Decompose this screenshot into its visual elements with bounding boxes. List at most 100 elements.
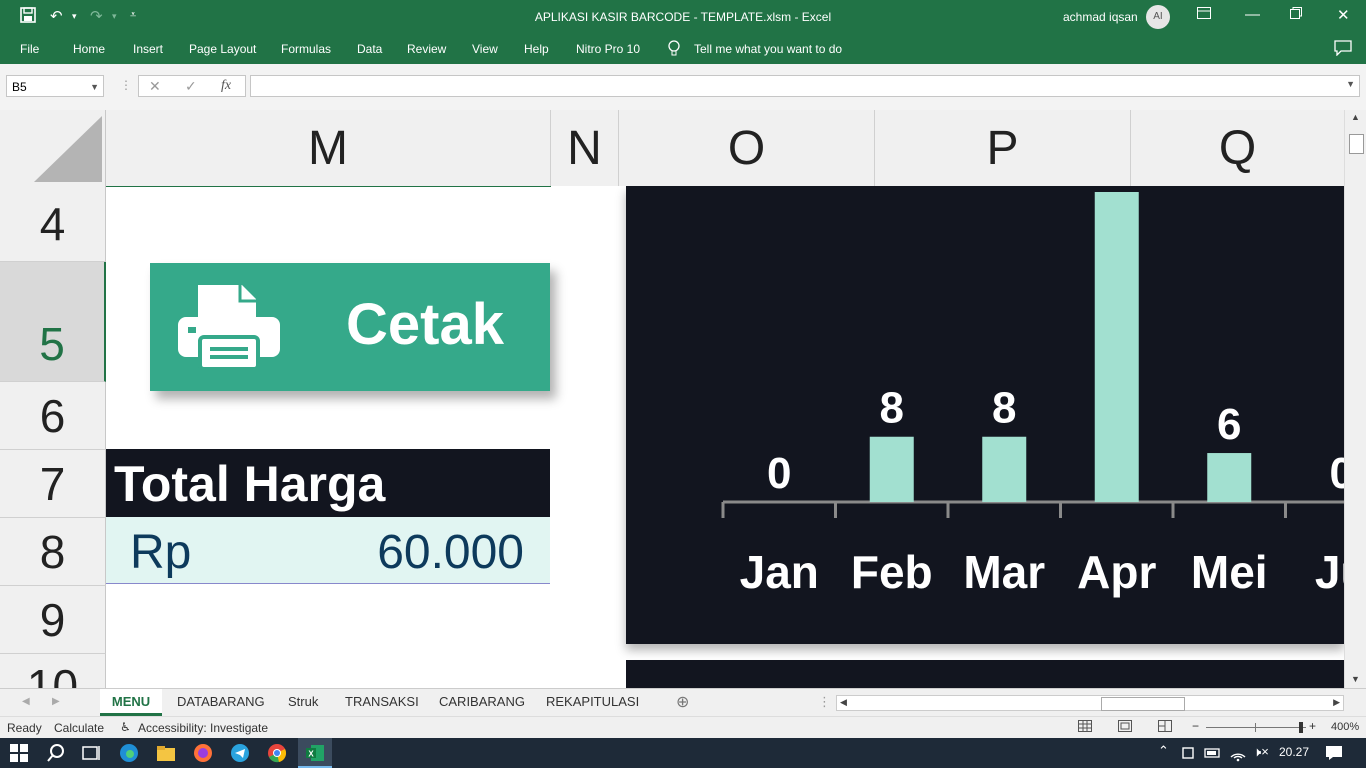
chart-bar xyxy=(1094,192,1139,502)
status-bar: Ready Calculate ♿ Accessibility: Investi… xyxy=(0,716,1366,739)
column-header-p[interactable]: P xyxy=(875,110,1131,186)
telegram-icon[interactable] xyxy=(230,743,250,763)
zoom-slider[interactable] xyxy=(1206,727,1306,728)
notification-icon[interactable] xyxy=(1325,743,1343,763)
comments-icon[interactable] xyxy=(1334,40,1352,59)
zoom-level[interactable]: 400% xyxy=(1331,721,1359,733)
avatar[interactable]: AI xyxy=(1146,5,1170,29)
name-box[interactable]: B5 ▼ xyxy=(6,75,104,97)
task-view-icon[interactable] xyxy=(81,743,101,763)
chart-data-label: 8 xyxy=(992,384,1016,433)
minimize-icon[interactable]: — xyxy=(1245,6,1260,23)
tab-help[interactable]: Help xyxy=(524,42,549,56)
tab-formulas[interactable]: Formulas xyxy=(281,42,331,56)
column-header-o[interactable]: O xyxy=(619,110,875,186)
next-sheet-icon[interactable]: ▶ xyxy=(52,696,60,707)
horizontal-scrollbar[interactable]: ◀ ▶ xyxy=(836,695,1344,711)
page-break-view-icon[interactable] xyxy=(1158,720,1172,735)
total-harga-value: 60.000 xyxy=(377,526,524,579)
edge-icon[interactable] xyxy=(119,743,139,763)
ribbon-display-icon[interactable] xyxy=(1197,6,1211,23)
close-icon[interactable]: ✕ xyxy=(1337,6,1350,24)
sheet-tab-menu[interactable]: MENU xyxy=(100,689,162,716)
scroll-left-icon[interactable]: ◀ xyxy=(840,697,847,708)
zoom-out-button[interactable]: − xyxy=(1192,719,1199,733)
tell-me-search[interactable]: Tell me what you want to do xyxy=(694,42,842,56)
tab-split-handle[interactable]: ⋮ xyxy=(818,694,831,710)
row-header-8[interactable]: 8 xyxy=(0,518,106,586)
accessibility-icon: ♿ xyxy=(120,720,131,734)
normal-view-icon[interactable] xyxy=(1078,720,1092,735)
battery-icon[interactable] xyxy=(1204,743,1222,763)
column-header-m[interactable]: M xyxy=(106,110,551,186)
cetak-button[interactable]: Cetak xyxy=(150,263,550,391)
excel-taskbar-button[interactable]: X xyxy=(298,738,332,768)
formula-buttons: ✕ ✓ fx xyxy=(138,75,246,97)
wifi-icon[interactable] xyxy=(1229,743,1247,763)
sales-chart[interactable]: 0 Jan 8 Feb 8 Mar Apr 6 Mei 0 Ju xyxy=(626,186,1344,644)
sheet-tab-caribarang[interactable]: CARIBARANG xyxy=(439,694,525,709)
firefox-icon[interactable] xyxy=(193,743,213,763)
windows-start-icon[interactable] xyxy=(10,744,28,762)
chevron-down-icon[interactable]: ▼ xyxy=(90,76,99,98)
accessibility-status[interactable]: Accessibility: Investigate xyxy=(138,721,268,735)
meet-now-icon[interactable] xyxy=(1181,743,1197,763)
page-layout-view-icon[interactable] xyxy=(1118,720,1132,735)
column-header-q[interactable]: Q xyxy=(1131,110,1344,186)
chart-data-label: 0 xyxy=(1330,449,1344,498)
row-header-4[interactable]: 4 xyxy=(0,186,106,262)
taskbar-clock[interactable]: 20.27 xyxy=(1279,745,1309,759)
cancel-icon[interactable]: ✕ xyxy=(149,78,161,95)
column-headers: M N O P Q xyxy=(0,110,1344,187)
sheet-grid[interactable]: Cetak Total Harga Rp 60.000 0 Jan 8 Feb 8 Mar… xyxy=(106,186,1344,688)
chart-category-label: Jan xyxy=(740,546,819,598)
status-calculate[interactable]: Calculate xyxy=(54,721,104,735)
vertical-scrollbar[interactable]: ▲ ▼ xyxy=(1344,110,1366,688)
file-explorer-icon[interactable] xyxy=(156,743,176,763)
total-harga-label: Total Harga xyxy=(114,456,386,512)
sheet-tab-transaksi[interactable]: TRANSAKSI xyxy=(345,694,419,709)
sheet-tab-rekapitulasi[interactable]: REKAPITULASI xyxy=(546,694,639,709)
scroll-down-icon[interactable]: ▼ xyxy=(1351,674,1360,684)
zoom-slider-thumb[interactable] xyxy=(1299,722,1303,733)
scroll-up-icon[interactable]: ▲ xyxy=(1351,112,1360,122)
total-harga-row[interactable]: Rp 60.000 xyxy=(106,517,550,584)
zoom-in-button[interactable]: + xyxy=(1309,719,1316,733)
user-name[interactable]: achmad iqsan xyxy=(1063,10,1138,24)
tab-review[interactable]: Review xyxy=(407,42,446,56)
sheet-tab-databarang[interactable]: DATABARANG xyxy=(177,694,265,709)
hscroll-thumb[interactable] xyxy=(1101,697,1185,711)
tab-data[interactable]: Data xyxy=(357,42,382,56)
chart-bar xyxy=(1207,453,1252,502)
tab-insert[interactable]: Insert xyxy=(133,42,163,56)
restore-icon[interactable] xyxy=(1290,6,1302,23)
chart-category-label: Apr xyxy=(1077,546,1156,598)
row-header-9[interactable]: 9 xyxy=(0,586,106,654)
second-chart[interactable] xyxy=(626,660,1344,688)
row-header-7[interactable]: 7 xyxy=(0,450,106,518)
currency-label: Rp xyxy=(130,526,192,579)
row-header-10[interactable]: 10 xyxy=(0,654,106,688)
show-hidden-icons-icon[interactable]: ⌃ xyxy=(1158,743,1169,759)
prev-sheet-icon[interactable]: ◀ xyxy=(22,696,30,707)
insert-function-icon[interactable]: fx xyxy=(221,78,231,94)
scroll-thumb[interactable] xyxy=(1349,134,1364,154)
expand-formula-icon[interactable]: ▼ xyxy=(1346,79,1355,89)
formula-input[interactable]: ▼ xyxy=(250,75,1360,97)
tab-page-layout[interactable]: Page Layout xyxy=(189,42,256,56)
tab-home[interactable]: Home xyxy=(73,42,105,56)
search-icon[interactable] xyxy=(46,743,66,763)
add-sheet-icon[interactable]: ⊕ xyxy=(676,692,689,712)
scroll-right-icon[interactable]: ▶ xyxy=(1333,697,1340,708)
tab-file[interactable]: File xyxy=(20,42,39,56)
enter-icon[interactable]: ✓ xyxy=(185,78,197,95)
chrome-icon[interactable] xyxy=(267,743,287,763)
sheet-tab-struk[interactable]: Struk xyxy=(288,694,318,709)
row-header-5[interactable]: 5 xyxy=(0,262,106,382)
volume-muted-icon[interactable]: 🕨× xyxy=(1253,744,1269,760)
tab-nitro[interactable]: Nitro Pro 10 xyxy=(576,42,640,56)
row-header-6[interactable]: 6 xyxy=(0,382,106,450)
select-all-button[interactable] xyxy=(0,110,106,186)
tab-view[interactable]: View xyxy=(472,42,498,56)
column-header-n[interactable]: N xyxy=(551,110,619,186)
